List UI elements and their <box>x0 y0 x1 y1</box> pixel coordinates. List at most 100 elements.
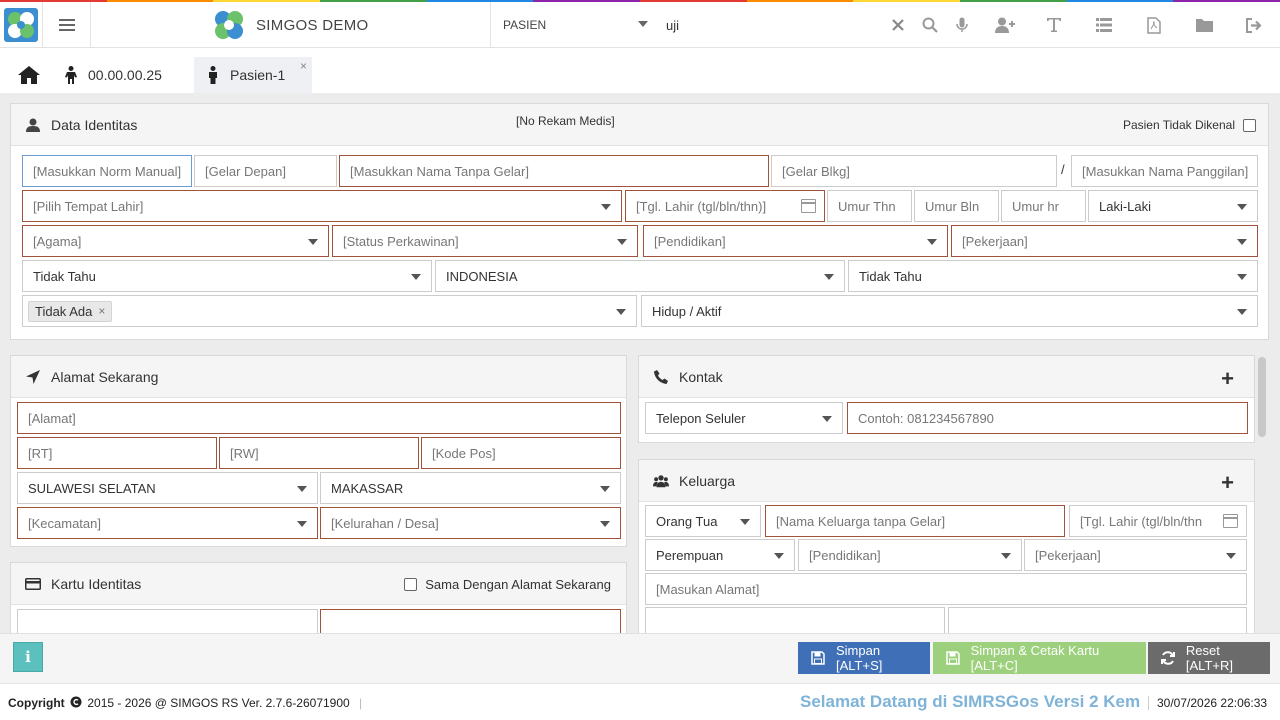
family-address-input[interactable]: [Masukan Alamat] <box>645 573 1247 605</box>
family-occupation-placeholder: [Pekerjaan] <box>1035 547 1101 563</box>
family-panel: Keluarga + Orang Tua [Nama Keluarga tanp… <box>638 459 1255 633</box>
gender-select[interactable]: Laki-Laki <box>1088 190 1258 222</box>
age-years-input[interactable]: Umur Thn <box>827 190 912 222</box>
folder-button[interactable] <box>1193 14 1215 36</box>
search-input[interactable] <box>666 14 876 36</box>
panel-title: Data Identitas <box>51 116 138 133</box>
age-days-input[interactable]: Umur hr <box>1001 190 1086 222</box>
age-months-input[interactable]: Umur Bln <box>914 190 999 222</box>
id-card-type-select[interactable] <box>17 609 318 633</box>
hamburger-menu-button[interactable] <box>42 2 91 48</box>
panel-title: Alamat Sekarang <box>51 368 159 385</box>
same-address-toggle[interactable]: Sama Dengan Alamat Sekarang <box>404 577 611 592</box>
calendar-icon[interactable] <box>1223 514 1238 528</box>
close-tab-button[interactable]: × <box>300 59 307 73</box>
remove-tag-button[interactable]: × <box>98 304 105 318</box>
marital-status-select[interactable]: [Status Perkawinan] <box>332 225 638 257</box>
name-input[interactable]: [Masukkan Nama Tanpa Gelar] <box>339 155 769 187</box>
ethnicity-value: Tidak Tahu <box>859 268 922 284</box>
blood-type-select[interactable]: Tidak Tahu <box>22 260 432 292</box>
add-patient-button[interactable] <box>994 14 1016 36</box>
add-contact-button[interactable]: + <box>1221 366 1234 392</box>
family-gender-select[interactable]: Perempuan <box>645 539 795 571</box>
nationality-select[interactable]: INDONESIA <box>435 260 845 292</box>
copyright-icon <box>70 696 82 708</box>
family-name-input[interactable]: [Nama Keluarga tanpa Gelar] <box>765 505 1065 537</box>
chevron-down-icon <box>600 486 610 492</box>
norm-input[interactable]: [Masukkan Norm Manual] <box>22 155 192 187</box>
search-type-select[interactable]: PASIEN <box>490 2 660 48</box>
app-logo-icon <box>4 8 38 42</box>
back-title-input[interactable]: [Gelar Blkg] <box>771 155 1057 187</box>
action-bar: i Simpan [ALT+S] Simpan & Cetak Kartu [A… <box>0 633 1280 683</box>
family-name-placeholder: [Nama Keluarga tanpa Gelar] <box>776 513 946 529</box>
front-title-input[interactable]: [Gelar Depan] <box>194 155 337 187</box>
education-placeholder: [Pendidikan] <box>654 233 726 249</box>
current-datetime: 30/07/2026 22:06:33 <box>1148 696 1267 710</box>
family-extra-input-2[interactable] <box>948 607 1247 633</box>
life-status-select[interactable]: Hidup / Aktif <box>641 295 1258 327</box>
same-address-label: Sama Dengan Alamat Sekarang <box>425 577 611 592</box>
person-icon <box>65 66 77 84</box>
address-input[interactable]: [Alamat] <box>17 402 621 434</box>
family-occupation-select[interactable]: [Pekerjaan] <box>1024 539 1247 571</box>
family-education-select[interactable]: [Pendidikan] <box>798 539 1022 571</box>
relationship-select[interactable]: Orang Tua <box>645 505 761 537</box>
main-content: Data Identitas [No Rekam Medis] Pasien T… <box>0 93 1280 633</box>
id-card-number-input[interactable] <box>320 609 621 633</box>
folder-icon <box>1195 19 1213 32</box>
rt-input[interactable]: [RT] <box>17 437 217 469</box>
address-panel-header: Alamat Sekarang <box>11 356 626 398</box>
pdf-button[interactable] <box>1143 14 1165 36</box>
village-select[interactable]: [Kelurahan / Desa] <box>320 507 621 539</box>
family-gender-value: Perempuan <box>656 547 724 563</box>
info-button[interactable]: i <box>13 642 43 672</box>
occupation-select[interactable]: [Pekerjaan] <box>951 225 1258 257</box>
add-family-button[interactable]: + <box>1221 470 1234 496</box>
tab-pasien-1[interactable]: Pasien-1 × <box>194 57 312 93</box>
chevron-down-icon <box>1226 553 1236 559</box>
id-card-panel-header: Kartu Identitas Sama Dengan Alamat Sekar… <box>11 563 626 605</box>
city-select[interactable]: MAKASSAR <box>320 472 621 504</box>
copyright-label: Copyright <box>8 696 65 710</box>
clear-search-button[interactable] <box>887 14 909 36</box>
unknown-patient-toggle[interactable]: Pasien Tidak Dikenal <box>1123 118 1256 132</box>
tab-patient-record[interactable]: 00.00.00.25 <box>56 57 192 93</box>
list-button[interactable] <box>1093 14 1115 36</box>
district-select[interactable]: [Kecamatan] <box>17 507 318 539</box>
voice-search-button[interactable] <box>951 14 973 36</box>
family-birthdate-input[interactable]: [Tgl. Lahir (tgl/bln/thn <box>1069 505 1247 537</box>
tags-select[interactable]: Tidak Ada × <box>22 295 637 327</box>
tab-home[interactable] <box>8 57 50 93</box>
hamburger-icon <box>58 19 75 31</box>
birthdate-input[interactable]: [Tgl. Lahir (tgl/bln/thn)] <box>625 190 825 222</box>
calendar-icon[interactable] <box>801 199 816 213</box>
contact-type-select[interactable]: Telepon Seluler <box>645 402 843 434</box>
norm-placeholder: [Masukkan Norm Manual] <box>33 163 182 179</box>
content-scrollbar-thumb[interactable] <box>1258 357 1266 437</box>
unknown-patient-checkbox[interactable] <box>1243 118 1256 132</box>
nationality-value: INDONESIA <box>446 268 518 284</box>
same-address-checkbox[interactable] <box>404 578 418 591</box>
birthplace-select[interactable]: [Pilih Tempat Lahir] <box>22 190 622 222</box>
text-button[interactable] <box>1043 14 1065 36</box>
family-extra-input-1[interactable] <box>645 607 945 633</box>
panel-title: Keluarga <box>679 472 736 489</box>
save-print-card-button[interactable]: Simpan & Cetak Kartu [ALT+C] <box>933 642 1146 674</box>
save-button[interactable]: Simpan [ALT+S] <box>798 642 930 674</box>
postal-code-input[interactable]: [Kode Pos] <box>421 437 621 469</box>
search-button[interactable] <box>919 14 941 36</box>
religion-select[interactable]: [Agama] <box>22 225 329 257</box>
identity-panel-header: Data Identitas [No Rekam Medis] Pasien T… <box>11 104 1268 146</box>
reset-button[interactable]: Reset [ALT+R] <box>1148 642 1270 674</box>
brand[interactable]: SIMGOS DEMO <box>212 8 368 42</box>
phone-number-input[interactable]: Contoh: 081234567890 <box>847 402 1248 434</box>
education-select[interactable]: [Pendidikan] <box>643 225 948 257</box>
province-select[interactable]: SULAWESI SELATAN <box>17 472 318 504</box>
logout-button[interactable] <box>1243 14 1265 36</box>
district-placeholder: [Kecamatan] <box>28 515 101 531</box>
rw-input[interactable]: [RW] <box>219 437 419 469</box>
ethnicity-select[interactable]: Tidak Tahu <box>848 260 1258 292</box>
nickname-input[interactable]: [Masukkan Nama Panggilan] <box>1071 155 1258 187</box>
chevron-down-icon <box>824 274 834 280</box>
